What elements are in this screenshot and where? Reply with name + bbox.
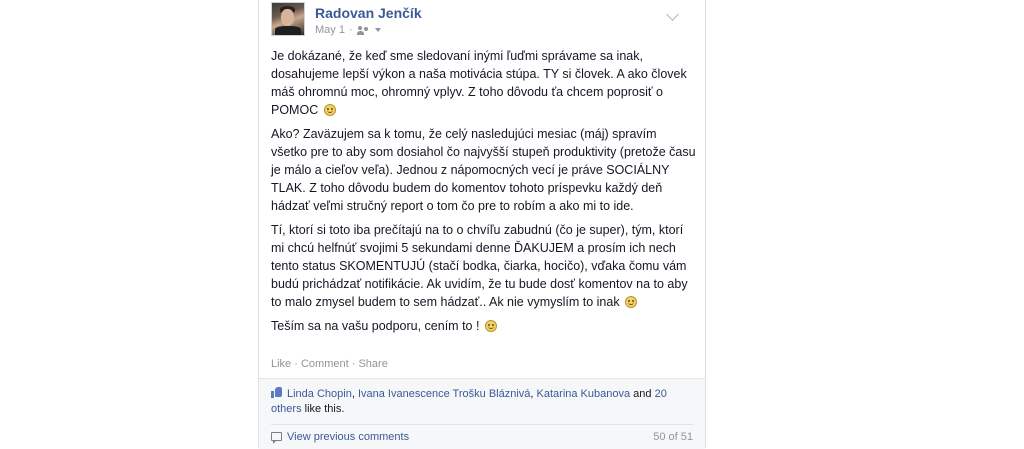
feedback-divider — [271, 424, 693, 425]
feedback-section: Linda Chopin, Ivana Ivanescence Trošku B… — [259, 378, 705, 449]
meta-separator: · — [348, 24, 353, 36]
post-paragraph-2: Ako? Zaväzujem sa k tomu, že celý nasled… — [271, 127, 696, 213]
post-options-chevron-icon[interactable] — [666, 8, 679, 21]
likes-and: and — [633, 388, 652, 400]
action-separator: · — [294, 358, 298, 370]
like-link[interactable]: Like — [271, 358, 291, 370]
avatar-face — [281, 9, 294, 26]
post-meta: May 1 · — [315, 24, 381, 36]
post-paragraph-4: Teším sa na vašu podporu, cením to ! — [271, 317, 696, 335]
audience-friends-icon[interactable] — [356, 25, 371, 35]
post-date[interactable]: May 1 — [315, 24, 345, 36]
post-paragraph-3: Tí, ktorí si toto iba prečítajú na to o … — [271, 221, 696, 311]
post-paragraph-4-text: Teším sa na vašu podporu, cením to ! — [271, 319, 480, 333]
liker-name[interactable]: Linda Chopin — [287, 388, 352, 400]
post-actions: Like · Comment · Share — [271, 358, 388, 370]
smile-emoticon-icon — [484, 320, 497, 332]
comment-link[interactable]: Comment — [301, 358, 349, 370]
author-name[interactable]: Radovan Jenčík — [315, 5, 422, 21]
post-card: Radovan Jenčík May 1 · Je dokázané, že k… — [258, 0, 706, 449]
avatar-shirt — [275, 26, 301, 35]
thumbs-up-icon — [271, 387, 283, 398]
liker-name[interactable]: Ivana Ivanescence Trošku Bláznivá — [358, 388, 530, 400]
view-previous-comments-row: View previous comments 50 of 51 — [271, 431, 693, 447]
smile-emoticon-icon — [625, 296, 638, 308]
author-avatar[interactable] — [271, 2, 305, 36]
post-paragraph-3-text: Tí, ktorí si toto iba prečítajú na to o … — [271, 223, 688, 309]
share-link[interactable]: Share — [358, 358, 387, 370]
audience-caret-icon[interactable] — [374, 28, 381, 32]
comments-counter: 50 of 51 — [653, 431, 693, 443]
comment-bubble-icon — [271, 432, 282, 444]
post-body: Je dokázané, že keď sme sledovaní inými … — [271, 47, 696, 341]
view-previous-comments-link[interactable]: View previous comments — [287, 431, 409, 443]
comma: , — [351, 388, 355, 400]
smile-emoticon-icon — [323, 104, 336, 116]
liker-name[interactable]: Katarina Kubanova — [537, 388, 631, 400]
post-header: Radovan Jenčík May 1 · — [271, 2, 691, 42]
likes-suffix: like this. — [304, 403, 345, 415]
comma: , — [530, 388, 534, 400]
action-separator: · — [351, 358, 356, 370]
likes-summary: Linda Chopin, Ivana Ivanescence Trošku B… — [271, 387, 681, 417]
post-paragraph-1: Je dokázané, že keď sme sledovaní inými … — [271, 47, 696, 119]
